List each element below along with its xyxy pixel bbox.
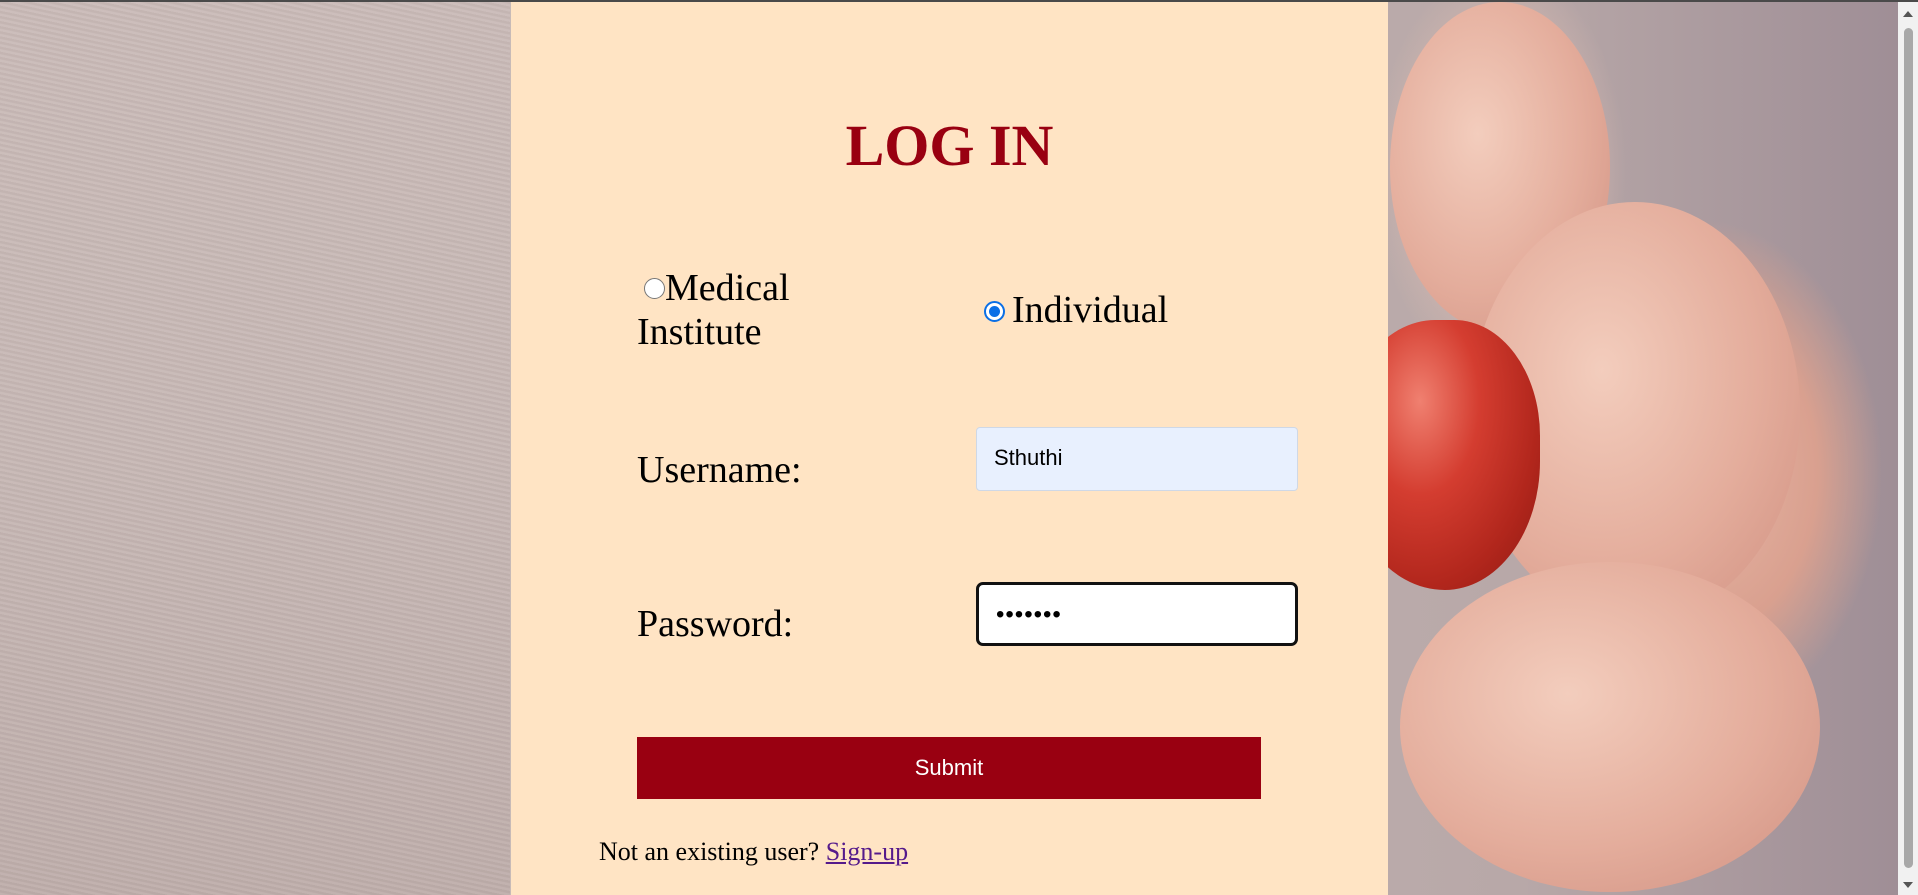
username-input[interactable]: Sthuthi: [976, 427, 1298, 491]
background-fabric: [0, 2, 510, 895]
background-hand: [1400, 562, 1820, 892]
scroll-down-arrow-icon[interactable]: [1903, 882, 1913, 888]
signup-prompt: Not an existing user?: [599, 837, 820, 866]
page-title: LOG IN: [845, 113, 1054, 178]
password-input[interactable]: •••••••: [976, 582, 1298, 646]
login-card: LOG IN Medical Institute Individual User…: [511, 2, 1388, 895]
scroll-thumb[interactable]: [1904, 28, 1913, 868]
submit-button[interactable]: Submit: [637, 737, 1261, 799]
radio-label-individual[interactable]: Individual: [1012, 288, 1168, 332]
vertical-scrollbar[interactable]: [1898, 2, 1918, 895]
scroll-up-arrow-icon[interactable]: [1903, 11, 1913, 17]
radio-individual[interactable]: [984, 301, 1005, 322]
signup-link[interactable]: Sign-up: [826, 837, 908, 866]
username-label: Username:: [637, 449, 802, 491]
password-label: Password:: [637, 603, 794, 645]
signup-row: Not an existing user? Sign-up: [599, 836, 908, 868]
radio-label-medical-institute[interactable]: Medical Institute: [637, 266, 857, 354]
